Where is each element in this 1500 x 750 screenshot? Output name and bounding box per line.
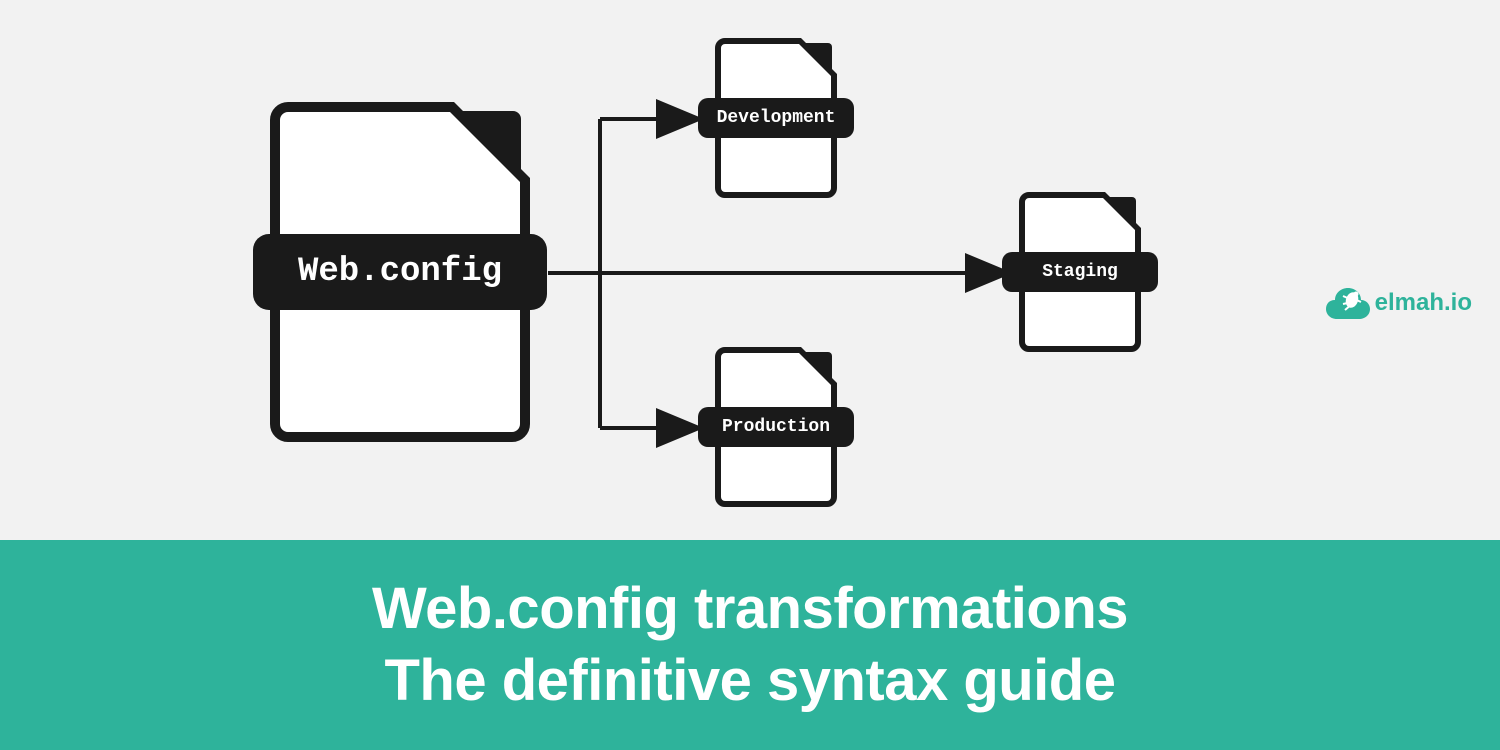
target-label: Production [698, 407, 854, 447]
file-document-icon: Web.config [270, 102, 530, 442]
target-label: Staging [1002, 252, 1158, 292]
file-document-icon: Development [715, 38, 837, 198]
target-file-production: Production [715, 347, 837, 507]
diagram-area: Web.config Development Staging Productio… [0, 0, 1500, 540]
banner-line-1: Web.config transformations [372, 576, 1128, 641]
target-label: Development [698, 98, 854, 138]
source-file-label: Web.config [253, 234, 547, 310]
brand-logo: elmah.io [1325, 286, 1472, 320]
target-file-development: Development [715, 38, 837, 198]
title-banner: Web.config transformations The definitiv… [0, 540, 1500, 750]
file-document-icon: Production [715, 347, 837, 507]
brand-name: elmah.io [1375, 289, 1472, 317]
cloud-bug-icon [1325, 286, 1371, 320]
source-file-icon: Web.config [270, 102, 530, 442]
target-file-staging: Staging [1019, 192, 1141, 352]
banner-heading: Web.config transformations The definitiv… [372, 573, 1128, 718]
banner-line-2: The definitive syntax guide [385, 648, 1116, 713]
file-document-icon: Staging [1019, 192, 1141, 352]
